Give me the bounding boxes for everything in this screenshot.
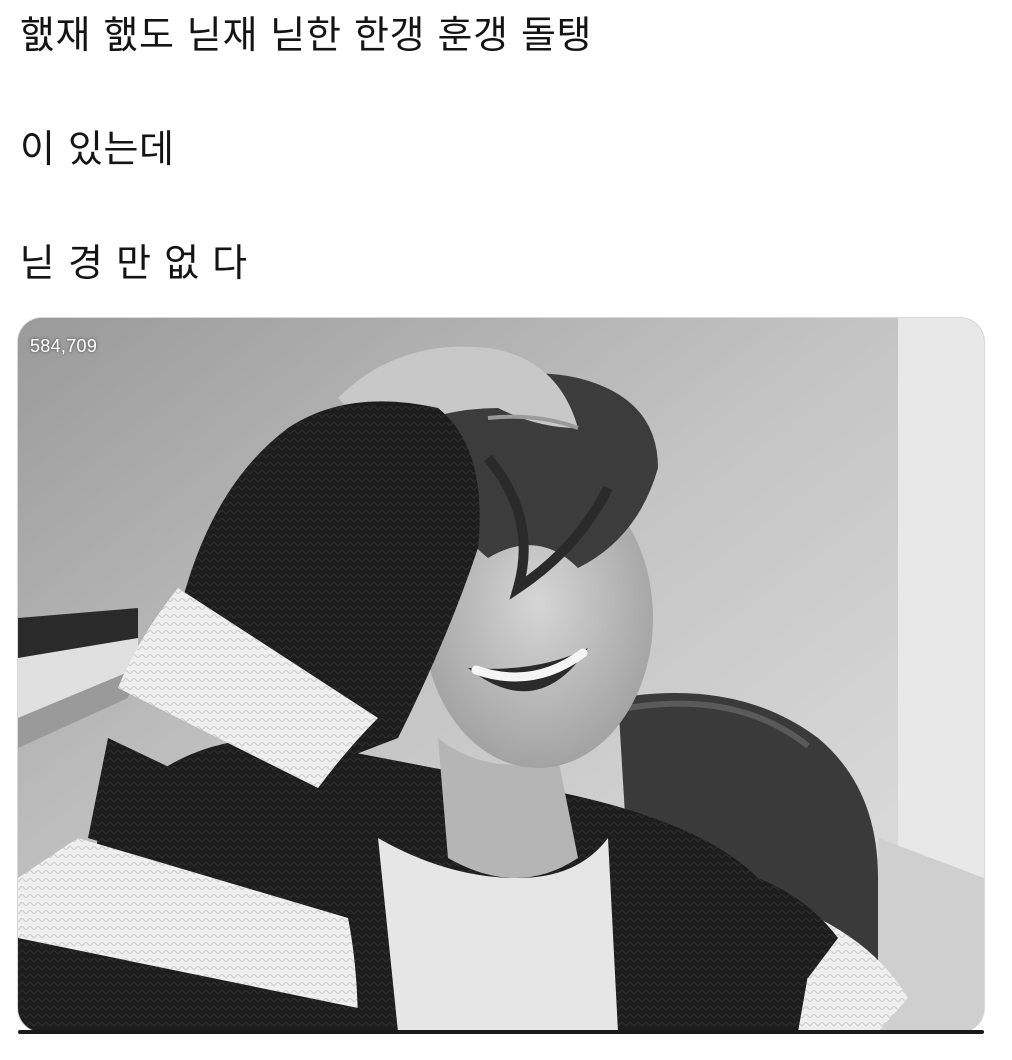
media-image[interactable]: 584,709 bbox=[18, 318, 984, 1032]
view-count: 584,709 bbox=[30, 336, 98, 356]
photo-illustration bbox=[18, 318, 984, 1032]
post-text: 햀재 햀도 닏재 닏한 한갱 훈갱 돌탱 이 있는데 닏 경 만 없 다 bbox=[20, 6, 1000, 292]
post-text-line: 햀재 햀도 닏재 닏한 한갱 훈갱 돌탱 bbox=[20, 13, 592, 57]
media-bottom-bar bbox=[18, 1030, 984, 1034]
post-text-line: 닏 경 만 없 다 bbox=[20, 241, 248, 285]
post-text-line: 이 있는데 bbox=[20, 127, 175, 171]
